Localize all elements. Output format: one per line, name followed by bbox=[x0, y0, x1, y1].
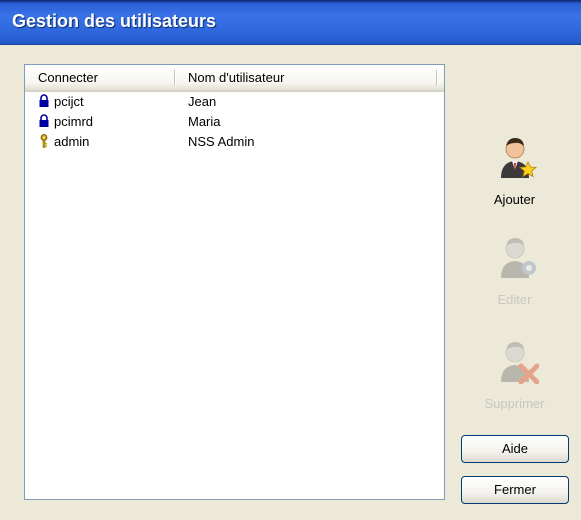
login-cell: admin bbox=[38, 132, 175, 152]
table-row[interactable]: pcijct Jean bbox=[25, 92, 444, 112]
edit-user-button[interactable]: Editer bbox=[452, 232, 577, 307]
lock-icon bbox=[39, 93, 49, 107]
delete-user-label: Supprimer bbox=[484, 396, 545, 411]
lock-icon bbox=[39, 113, 49, 127]
table-row[interactable]: admin NSS Admin bbox=[25, 132, 444, 152]
window-title: Gestion des utilisateurs bbox=[12, 11, 217, 31]
add-user-label: Ajouter bbox=[493, 192, 536, 207]
user-management-window: Gestion des utilisateurs Connecter Nom d… bbox=[0, 0, 581, 520]
edit-user-label: Editer bbox=[497, 292, 532, 307]
column-header-username[interactable]: Nom d'utilisateur bbox=[175, 65, 437, 90]
delete-user-button[interactable]: Supprimer bbox=[452, 336, 577, 411]
login-text: admin bbox=[54, 134, 90, 149]
login-text: pcijct bbox=[54, 94, 84, 109]
column-header-login[interactable]: Connecter bbox=[25, 65, 175, 90]
add-user-icon bbox=[500, 138, 537, 178]
close-button[interactable]: Fermer bbox=[461, 476, 569, 504]
username-cell: Maria bbox=[188, 114, 221, 129]
help-button[interactable]: Aide bbox=[461, 435, 569, 463]
table-row[interactable]: pcimrd Maria bbox=[25, 112, 444, 132]
login-cell: pcimrd bbox=[38, 112, 175, 132]
list-header: Connecter Nom d'utilisateur bbox=[25, 65, 444, 92]
username-cell: Jean bbox=[188, 94, 217, 109]
add-user-button[interactable]: Ajouter bbox=[452, 132, 577, 207]
login-text: pcimrd bbox=[54, 114, 94, 129]
edit-user-icon bbox=[500, 238, 536, 278]
username-cell: NSS Admin bbox=[188, 134, 255, 149]
login-cell: pcijct bbox=[38, 92, 175, 112]
column-divider[interactable] bbox=[436, 70, 438, 86]
delete-user-icon bbox=[500, 342, 539, 384]
user-list[interactable]: Connecter Nom d'utilisateur pcijct Jean bbox=[24, 64, 445, 500]
key-icon bbox=[40, 133, 48, 148]
title-bar[interactable]: Gestion des utilisateurs bbox=[0, 0, 581, 45]
